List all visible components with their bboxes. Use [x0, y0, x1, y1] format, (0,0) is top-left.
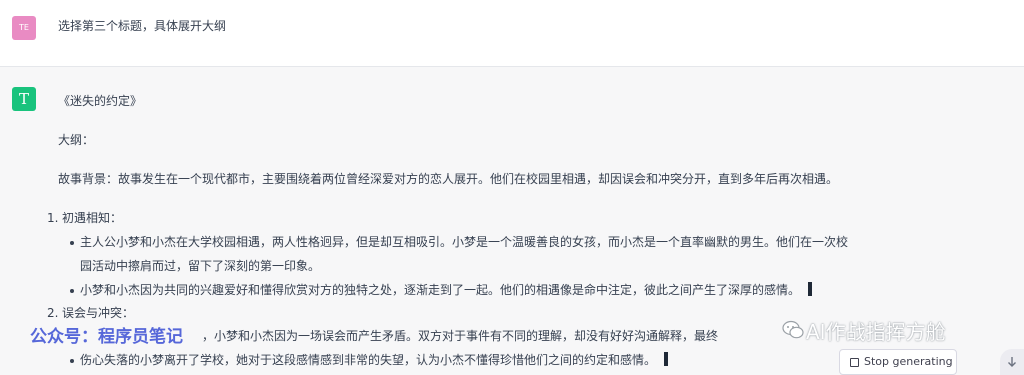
section-1-bullet-2: 小梦和小杰因为共同的兴趣爱好和懂得欣赏对方的独特之处，逐渐走到了一起。他们的相遇…	[80, 280, 813, 300]
bullet-dot	[70, 241, 74, 245]
watermark-left: 公众号：程序员笔记	[30, 327, 183, 347]
section-1-bullet-1-line-1: 主人公小梦和小杰在大学校园相遇，两人性格迥异，但是却互相吸引。小梦是一个温暖善良…	[80, 235, 849, 249]
arrow-down-icon	[1008, 357, 1016, 367]
typing-cursor	[808, 282, 813, 296]
section-1-bullet-2-text: 小梦和小杰因为共同的兴趣爱好和懂得欣赏对方的独特之处，逐渐走到了一起。他们的相遇…	[80, 283, 801, 297]
stop-icon	[850, 358, 859, 367]
section-2-bullet-2: 伤心失落的小梦离开了学校，她对于这段感情感到非常的失望，认为小杰不懂得珍惜他们之…	[80, 350, 669, 370]
scroll-down-button[interactable]	[1000, 349, 1024, 375]
stop-generating-label: Stop generating	[864, 355, 953, 368]
section-1-bullet-1-line-2: 园活动中擦肩而过，留下了深刻的第一印象。	[80, 259, 321, 273]
section-2-number: 2.	[47, 306, 59, 320]
watermark-right: AI作战指挥方舱	[806, 320, 946, 344]
story-title: 《迷失的约定》	[58, 94, 143, 108]
user-message-row: TE 选择第三个标题，具体展开大纲	[0, 0, 1024, 67]
section-2-bullet-1: ，小梦和小杰因为一场误会而产生矛盾。双方对于事件有不同的理解，却没有好好沟通解释…	[202, 329, 719, 343]
bullet-dot	[70, 359, 74, 363]
chat-page: TE 选择第三个标题，具体展开大纲 T 《迷失的约定》 大纲： 故事背景：故事发…	[0, 0, 1024, 375]
wechat-icon	[782, 320, 804, 339]
typing-cursor	[664, 352, 669, 366]
stop-generating-button[interactable]: Stop generating	[839, 349, 957, 375]
user-message-text: 选择第三个标题，具体展开大纲	[58, 19, 227, 33]
section-2-bullet-2-text: 伤心失落的小梦离开了学校，她对于这段感情感到非常的失望，认为小杰不懂得珍惜他们之…	[80, 353, 657, 367]
outline-label: 大纲：	[58, 133, 95, 147]
section-1-number: 1.	[47, 211, 59, 225]
user-avatar: TE	[12, 16, 36, 40]
bullet-dot	[70, 289, 74, 293]
section-2-heading: 误会与冲突：	[62, 306, 135, 320]
story-background: 故事背景：故事发生在一个现代都市，主要围绕着两位曾经深爱对方的恋人展开。他们在校…	[58, 172, 839, 186]
section-1-heading: 初遇相知：	[62, 211, 123, 225]
